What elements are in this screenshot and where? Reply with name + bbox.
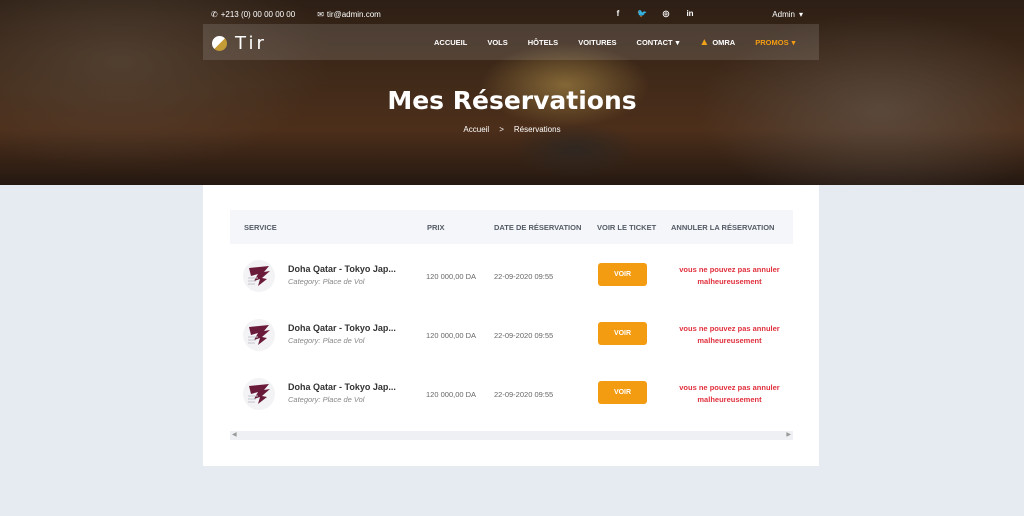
col-cancel: ANNULER LA RÉSERVATION <box>671 223 775 232</box>
reservation-date: 22-09-2020 09:55 <box>494 331 554 340</box>
caret-down-icon: ▾ <box>675 38 680 47</box>
col-price: PRIX <box>427 223 445 232</box>
airline-logo-icon <box>242 259 276 293</box>
phone-contact[interactable]: ✆ +213 (0) 00 00 00 00 <box>211 10 295 19</box>
table-row: Doha Qatar - Tokyo Jap... Category: Plac… <box>230 362 793 420</box>
service-category: Category: Place de Vol <box>288 336 365 345</box>
cancel-notice: vous ne pouvez pas annuler malheureuseme… <box>679 265 780 286</box>
page-title: Mes Réservations <box>387 86 637 115</box>
facebook-icon[interactable]: f <box>613 9 623 18</box>
table-row: Doha Qatar - Tokyo Jap... Category: Plac… <box>230 244 793 302</box>
view-ticket-button[interactable]: VOIR <box>598 322 647 345</box>
nav-item-contact[interactable]: CONTACT ▾ <box>637 37 680 48</box>
airline-logo-icon <box>242 377 276 411</box>
reservation-date: 22-09-2020 09:55 <box>494 390 554 399</box>
price: 120 000,00 DA <box>426 390 477 399</box>
reservations-card: SERVICE PRIX DATE DE RÉSERVATION VOIR LE… <box>203 185 819 466</box>
main-navbar: Tir ACCUEIL VOLS HÔTELS VOITURES CONTACT… <box>203 24 819 60</box>
col-ticket: VOIR LE TICKET <box>597 223 657 232</box>
scroll-right-icon[interactable]: ▶ <box>786 431 791 438</box>
scroll-left-icon[interactable]: ◀ <box>232 431 237 438</box>
price: 120 000,00 DA <box>426 331 477 340</box>
col-service: SERVICE <box>244 223 277 232</box>
view-ticket-button[interactable]: VOIR <box>598 381 647 404</box>
view-ticket-button[interactable]: VOIR <box>598 263 647 286</box>
table-header: SERVICE PRIX DATE DE RÉSERVATION VOIR LE… <box>230 210 793 244</box>
reservation-date: 22-09-2020 09:55 <box>494 272 554 281</box>
breadcrumb-separator: > <box>499 125 504 134</box>
linkedin-icon[interactable]: in <box>685 9 695 18</box>
breadcrumb-current: Réservations <box>513 125 561 134</box>
service-category: Category: Place de Vol <box>288 277 365 286</box>
caret-down-icon: ▾ <box>798 10 803 19</box>
service-category: Category: Place de Vol <box>288 395 365 404</box>
horizontal-scrollbar[interactable]: ◀ ▶ <box>230 431 793 440</box>
nav-item-hotels[interactable]: HÔTELS <box>528 37 558 48</box>
cancel-notice: vous ne pouvez pas annuler malheureuseme… <box>679 324 780 345</box>
col-date: DATE DE RÉSERVATION <box>494 223 582 232</box>
nav-item-vols[interactable]: VOLS <box>487 37 507 48</box>
nav-item-accueil[interactable]: ACCUEIL <box>434 37 467 48</box>
nav-item-omra[interactable]: ▲ OMRA <box>699 37 735 48</box>
twitter-icon[interactable]: 🐦 <box>637 9 647 18</box>
email-contact[interactable]: ✉ tir@admin.com <box>317 10 381 19</box>
airline-logo-icon <box>242 318 276 352</box>
cancel-notice: vous ne pouvez pas annuler malheureuseme… <box>679 383 780 404</box>
logo[interactable]: Tir <box>212 33 267 54</box>
mail-icon: ✉ <box>317 10 324 19</box>
top-bar: ✆ +213 (0) 00 00 00 00 ✉ tir@admin.com f 🐦… <box>203 8 819 22</box>
nav-item-promos[interactable]: PROMOS ▾ <box>755 37 795 48</box>
kaaba-icon: ▲ <box>699 37 710 48</box>
breadcrumb: Accueil > Réservations <box>0 125 1024 134</box>
instagram-icon[interactable]: ◎ <box>661 9 671 18</box>
breadcrumb-home[interactable]: Accueil <box>463 125 489 134</box>
price: 120 000,00 DA <box>426 272 477 281</box>
service-name[interactable]: Doha Qatar - Tokyo Jap... <box>288 264 396 274</box>
caret-down-icon: ▾ <box>791 38 796 47</box>
admin-menu[interactable]: Admin ▾ <box>772 10 803 19</box>
logo-mark-icon <box>212 36 227 51</box>
table-row: Doha Qatar - Tokyo Jap... Category: Plac… <box>230 303 793 361</box>
nav-item-voitures[interactable]: VOITURES <box>578 37 616 48</box>
phone-icon: ✆ <box>211 10 218 19</box>
service-name[interactable]: Doha Qatar - Tokyo Jap... <box>288 382 396 392</box>
service-name[interactable]: Doha Qatar - Tokyo Jap... <box>288 323 396 333</box>
